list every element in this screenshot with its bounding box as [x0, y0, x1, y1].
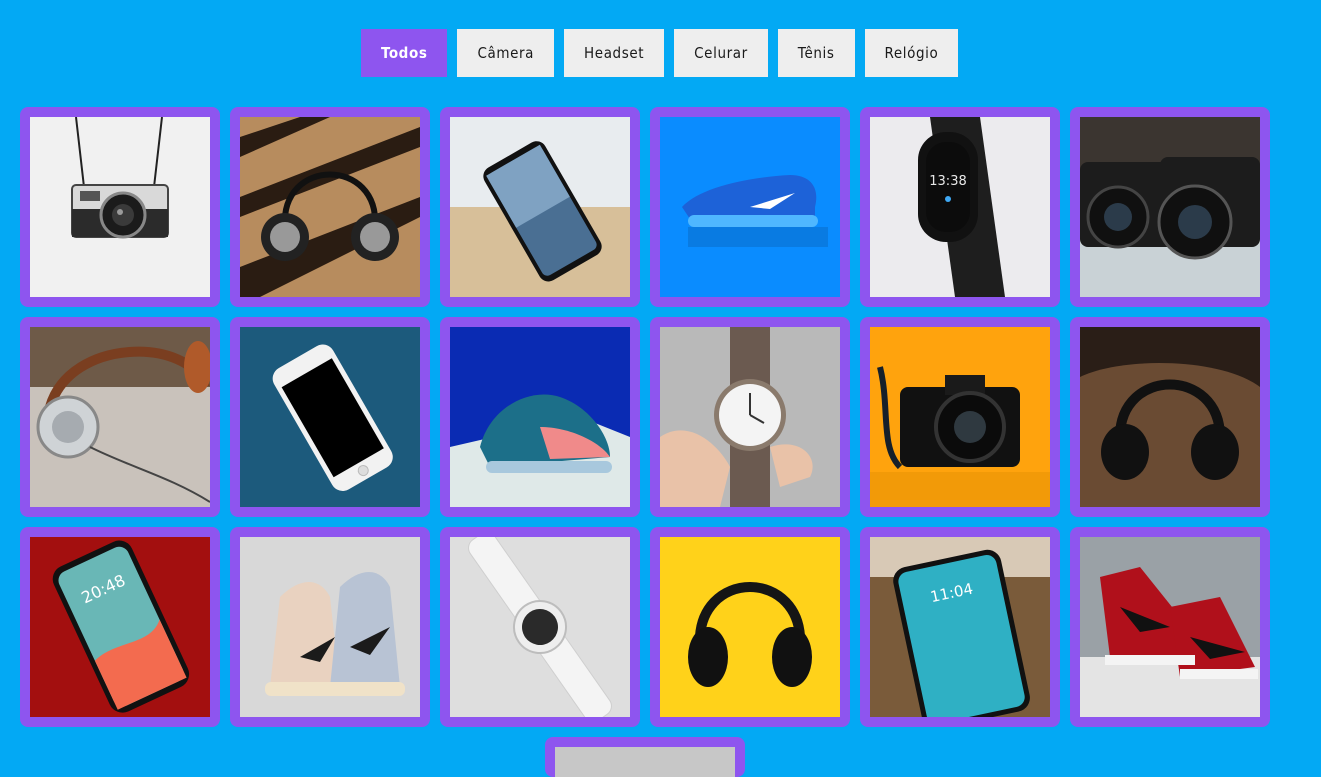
band-time-text: 13:38 [929, 174, 966, 189]
red-black-sneakers-photo [1080, 537, 1260, 717]
gallery-item-headset[interactable] [230, 107, 430, 307]
product-gallery: 13:38 20:48 11:04 [20, 107, 1270, 727]
silver-headphones-photo [30, 327, 210, 507]
pink-blue-sneaker-photo [450, 327, 630, 507]
gallery-item-celular[interactable]: 20:48 [20, 527, 220, 727]
gallery-item-tenis[interactable] [1070, 527, 1270, 727]
filter-camera-button[interactable]: Câmera [457, 29, 555, 77]
filter-tenis-button[interactable]: Tênis [777, 29, 855, 77]
camera-orange-background-photo [870, 327, 1050, 507]
red-phone-photo: 20:48 [30, 537, 210, 717]
headset-on-wood-photo [240, 117, 420, 297]
galaxy-phone-photo [450, 117, 630, 297]
gallery-item-camera[interactable] [1070, 107, 1270, 307]
gallery-item-celular[interactable] [230, 317, 430, 517]
filter-todos-button[interactable]: Todos [361, 29, 448, 77]
gallery-item-camera[interactable] [20, 107, 220, 307]
gallery-item-relogio[interactable] [650, 317, 850, 517]
gallery-item-partial[interactable] [545, 737, 745, 777]
headphones-on-fur-photo [1080, 327, 1260, 507]
gallery-item-headset[interactable] [650, 527, 850, 727]
filter-headset-button[interactable]: Headset [564, 29, 665, 77]
gallery-item-headset[interactable] [20, 317, 220, 517]
white-smartwatch-photo [450, 537, 630, 717]
filter-bar: Todos Câmera Headset Celurar Tênis Relóg… [361, 29, 959, 77]
partial-photo [555, 747, 735, 777]
white-iphone-photo [240, 327, 420, 507]
headphones-yellow-background-photo [660, 537, 840, 717]
gallery-item-relogio[interactable] [440, 527, 640, 727]
gallery-item-celular[interactable] [440, 107, 640, 307]
high-top-sneakers-photo [240, 537, 420, 717]
fitness-band-photo: 13:38 [870, 117, 1050, 297]
blue-sneaker-photo [660, 117, 840, 297]
camera-photo [30, 117, 210, 297]
filter-celular-button[interactable]: Celurar [674, 29, 768, 77]
gallery-item-tenis[interactable] [230, 527, 430, 727]
hand-wristwatch-photo [660, 327, 840, 507]
gallery-item-tenis[interactable] [440, 317, 640, 517]
gallery-item-tenis[interactable] [650, 107, 850, 307]
gallery-item-celular[interactable]: 11:04 [860, 527, 1060, 727]
two-dslr-cameras-photo [1080, 117, 1260, 297]
filter-relogio-button[interactable]: Relógio [864, 29, 959, 77]
gallery-item-headset[interactable] [1070, 317, 1270, 517]
gallery-item-camera[interactable] [860, 317, 1060, 517]
iphone-x-photo: 11:04 [870, 537, 1050, 717]
gallery-item-relogio[interactable]: 13:38 [860, 107, 1060, 307]
